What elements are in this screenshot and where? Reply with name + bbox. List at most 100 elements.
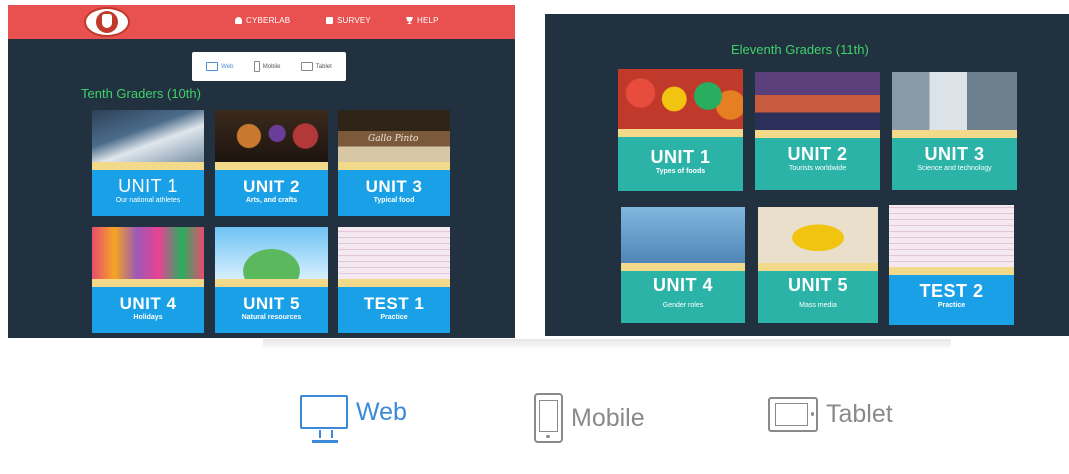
card-label: UNIT 3 Science and technology <box>892 138 1017 190</box>
card-stripe <box>618 129 743 137</box>
device-label: Tablet <box>826 400 893 428</box>
card-label: UNIT 1 Our national athletes <box>92 170 204 216</box>
device-option-web[interactable]: Web <box>206 62 233 71</box>
card-stripe <box>755 130 880 138</box>
document-icon <box>326 17 333 24</box>
tenth-graders-screenshot: CYBERLAB SURVEY HELP Web Mobile Tablet T… <box>8 5 515 338</box>
logo-emblem-icon <box>96 11 118 33</box>
card-title: TEST 1 <box>363 294 425 313</box>
card-stripe <box>892 130 1017 138</box>
card-label: UNIT 4 Gender roles <box>621 271 745 323</box>
card-image: Gallo Pinto <box>338 110 450 162</box>
eleventh-graders-screenshot: Eleventh Graders (11th) UNIT 1 Types of … <box>545 14 1069 336</box>
card-title: UNIT 3 <box>365 177 423 196</box>
comparison-stage: CYBERLAB SURVEY HELP Web Mobile Tablet T… <box>0 0 1069 474</box>
card-subtitle: Holidays <box>133 314 163 321</box>
tablet-icon <box>768 397 818 432</box>
grade-title: Eleventh Graders (11th) <box>731 42 869 57</box>
divider <box>263 339 951 348</box>
card-image <box>92 110 204 162</box>
card-image <box>758 207 878 263</box>
top-navigation-bar: CYBERLAB SURVEY HELP <box>8 5 515 39</box>
user-icon <box>235 17 242 24</box>
card-title: UNIT 4 <box>119 294 177 313</box>
card-image <box>215 110 328 162</box>
card-label: TEST 1 Practice <box>338 287 450 333</box>
unit-card[interactable]: UNIT 2 Arts, and crafts <box>215 110 328 216</box>
card-stripe <box>215 162 328 170</box>
card-title: UNIT 3 <box>924 144 985 164</box>
card-subtitle: Typical food <box>373 197 415 204</box>
device-label: Mobile <box>571 403 645 432</box>
card-subtitle: Arts, and crafts <box>245 197 298 204</box>
nav-item-survey[interactable]: SURVEY <box>326 16 371 25</box>
card-image <box>892 72 1017 130</box>
device-option-web[interactable]: Web <box>300 395 407 443</box>
card-title: UNIT 5 <box>243 294 300 313</box>
card-image <box>92 227 204 279</box>
card-label: TEST 2 Practice <box>889 275 1014 325</box>
card-label: UNIT 1 Types of foods <box>618 137 743 191</box>
card-subtitle: Mass media <box>799 302 837 309</box>
device-option-tablet[interactable]: Tablet <box>300 62 332 71</box>
card-label: UNIT 5 Mass media <box>758 271 878 323</box>
test-card[interactable]: TEST 1 Practice <box>338 227 450 333</box>
card-subtitle: Tourists worldwide <box>788 165 847 172</box>
device-option-mobile[interactable]: Mobile <box>253 61 281 72</box>
phone-icon <box>253 61 260 72</box>
card-label: UNIT 5 Natural resources <box>215 287 328 333</box>
card-title: UNIT 2 <box>787 144 848 164</box>
device-label: Tablet <box>315 63 332 70</box>
unit-card[interactable]: Gallo Pinto UNIT 3 Typical food <box>338 110 450 216</box>
unit-card[interactable]: UNIT 5 Natural resources <box>215 227 328 333</box>
nav-item-label: CYBERLAB <box>246 16 291 25</box>
device-label: Web <box>356 397 407 426</box>
card-subtitle: Practice <box>380 314 408 321</box>
device-label: Mobile <box>262 63 281 70</box>
device-option-tablet[interactable]: Tablet <box>768 397 893 432</box>
unit-card[interactable]: UNIT 2 Tourists worldwide <box>755 72 880 190</box>
nav-item-cyberlab[interactable]: CYBERLAB <box>235 16 290 25</box>
card-image <box>338 227 450 279</box>
card-image <box>215 227 328 279</box>
card-image <box>755 72 880 130</box>
unit-card[interactable]: UNIT 3 Science and technology <box>892 72 1017 190</box>
grade-title: Tenth Graders (10th) <box>81 86 201 101</box>
card-stripe <box>92 162 204 170</box>
card-stripe <box>758 263 878 271</box>
test-card[interactable]: TEST 2 Practice <box>889 205 1014 325</box>
card-title: UNIT 5 <box>787 275 848 295</box>
unit-card[interactable]: UNIT 5 Mass media <box>758 207 878 323</box>
device-switch-large: Web Mobile Tablet <box>300 393 910 445</box>
card-title: UNIT 1 <box>650 147 711 167</box>
school-logo[interactable] <box>84 7 130 37</box>
card-subtitle: Our national athletes <box>115 197 181 204</box>
card-label: UNIT 2 Arts, and crafts <box>215 170 328 216</box>
card-title: TEST 2 <box>919 281 984 301</box>
device-option-mobile[interactable]: Mobile <box>534 393 645 443</box>
monitor-icon <box>300 395 348 443</box>
tablet-icon <box>300 62 313 71</box>
card-image <box>618 69 743 129</box>
card-image <box>621 207 745 263</box>
unit-card[interactable]: UNIT 1 Our national athletes <box>92 110 204 216</box>
card-stripe <box>338 279 450 287</box>
card-subtitle: Natural resources <box>241 314 302 321</box>
unit-card[interactable]: UNIT 4 Gender roles <box>621 207 745 323</box>
card-label: UNIT 4 Holidays <box>92 287 204 333</box>
nav-item-help[interactable]: HELP <box>406 16 439 25</box>
device-label: Web <box>221 63 234 70</box>
card-subtitle: Gender roles <box>662 302 704 309</box>
nav-item-label: SURVEY <box>337 16 371 25</box>
card-stripe <box>338 162 450 170</box>
card-subtitle: Types of foods <box>655 168 706 175</box>
card-stripe <box>215 279 328 287</box>
card-title: UNIT 2 <box>243 177 300 196</box>
card-stripe <box>889 267 1014 275</box>
card-stripe <box>92 279 204 287</box>
card-subtitle: Science and technology <box>917 165 992 172</box>
nav-item-label: HELP <box>417 16 439 25</box>
unit-card[interactable]: UNIT 4 Holidays <box>92 227 204 333</box>
unit-card[interactable]: UNIT 1 Types of foods <box>618 69 743 191</box>
trophy-icon <box>406 17 413 24</box>
